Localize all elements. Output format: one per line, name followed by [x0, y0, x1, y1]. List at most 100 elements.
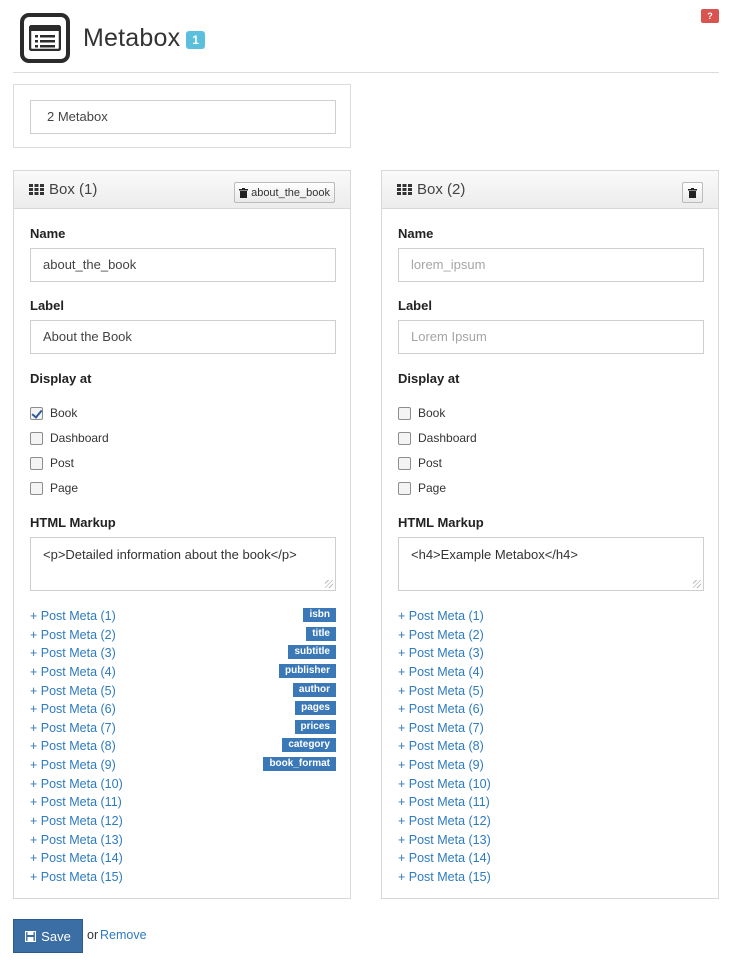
post-meta-link[interactable]: + Post Meta (12) — [30, 814, 123, 828]
display-option-book[interactable]: Book — [30, 406, 77, 420]
post-meta-row: + Post Meta (12) — [398, 812, 704, 831]
post-meta-link[interactable]: + Post Meta (15) — [398, 870, 491, 884]
post-meta-link[interactable]: + Post Meta (2) — [398, 628, 484, 642]
post-meta-link[interactable]: + Post Meta (12) — [398, 814, 491, 828]
display-option-book[interactable]: Book — [398, 406, 445, 420]
checkbox-label: Book — [50, 406, 78, 420]
checkbox-label: Dashboard — [50, 431, 109, 445]
display-at-label: Display at — [30, 371, 92, 386]
metabox-count-select[interactable]: 2 Metabox — [30, 100, 336, 134]
html-markup-label: HTML Markup — [398, 515, 484, 530]
post-meta-link[interactable]: + Post Meta (9) — [398, 758, 484, 772]
post-meta-row: + Post Meta (4) publisher — [30, 663, 336, 682]
post-meta-link[interactable]: + Post Meta (3) — [30, 646, 116, 660]
trash-icon — [688, 187, 697, 198]
post-meta-link[interactable]: + Post Meta (14) — [398, 851, 491, 865]
grid-icon — [397, 184, 412, 195]
post-meta-link[interactable]: + Post Meta (5) — [30, 684, 116, 698]
display-option-dashboard[interactable]: Dashboard — [398, 431, 477, 445]
delete-box-button[interactable] — [682, 182, 703, 203]
meta-key-tag: publisher — [278, 663, 336, 678]
box-title: Box (2) — [397, 181, 465, 198]
post-meta-link[interactable]: + Post Meta (8) — [30, 739, 116, 753]
page-checkbox[interactable] — [30, 481, 43, 495]
delete-box-button[interactable]: about_the_book — [234, 182, 335, 203]
checkbox-label: Post — [50, 456, 75, 470]
post-meta-row: + Post Meta (4) — [398, 663, 704, 682]
metabox-count-panel: 2 Metabox — [13, 84, 351, 148]
post-meta-link[interactable]: + Post Meta (11) — [30, 795, 122, 809]
name-field[interactable]: lorem_ipsum — [398, 248, 704, 282]
post-meta-row: + Post Meta (7) prices — [30, 719, 336, 738]
post-meta-link[interactable]: + Post Meta (4) — [30, 665, 116, 679]
post-meta-link[interactable]: + Post Meta (7) — [398, 721, 484, 735]
post-meta-link[interactable]: + Post Meta (15) — [30, 870, 123, 884]
post-meta-link[interactable]: + Post Meta (1) — [398, 609, 484, 623]
dashboard-checkbox[interactable] — [30, 431, 43, 445]
html-markup-textarea[interactable]: <p>Detailed information about the book</… — [30, 537, 336, 591]
post-meta-link[interactable]: + Post Meta (10) — [398, 777, 491, 791]
post-meta-row: + Post Meta (9) — [398, 756, 704, 775]
post-meta-row: + Post Meta (13) — [30, 831, 336, 850]
post-meta-link[interactable]: + Post Meta (14) — [30, 851, 123, 865]
resize-grip-icon[interactable] — [693, 580, 701, 588]
remove-link[interactable]: Remove — [100, 928, 147, 942]
post-checkbox[interactable] — [30, 456, 43, 470]
post-meta-link[interactable]: + Post Meta (13) — [30, 833, 123, 847]
post-meta-row: + Post Meta (3) subtitle — [30, 644, 336, 663]
resize-grip-icon[interactable] — [325, 580, 333, 588]
checkbox-label: Page — [418, 481, 447, 495]
post-meta-row: + Post Meta (12) — [30, 812, 336, 831]
dashboard-checkbox[interactable] — [398, 431, 411, 445]
display-option-page[interactable]: Page — [398, 481, 446, 495]
label-label: Label — [398, 298, 432, 313]
post-meta-link[interactable]: + Post Meta (6) — [398, 702, 484, 716]
box-header: Box (2) — [382, 171, 718, 209]
post-meta-link[interactable]: + Post Meta (3) — [398, 646, 484, 660]
post-meta-row: + Post Meta (6) pages — [30, 700, 336, 719]
post-meta-row: + Post Meta (2) title — [30, 626, 336, 645]
post-meta-link[interactable]: + Post Meta (11) — [398, 795, 490, 809]
post-meta-link[interactable]: + Post Meta (8) — [398, 739, 484, 753]
display-option-page[interactable]: Page — [30, 481, 78, 495]
post-meta-link[interactable]: + Post Meta (1) — [30, 609, 116, 623]
html-markup-textarea[interactable]: <h4>Example Metabox</h4> — [398, 537, 704, 591]
help-badge[interactable]: ? — [701, 9, 719, 23]
post-meta-link[interactable]: + Post Meta (10) — [30, 777, 123, 791]
post-meta-row: + Post Meta (13) — [398, 831, 704, 850]
meta-key-tag: book_format — [263, 757, 336, 772]
list-window-icon — [29, 25, 61, 51]
html-markup-value: <h4>Example Metabox</h4> — [411, 547, 578, 562]
label-field[interactable]: About the Book — [30, 320, 336, 354]
post-meta-link[interactable]: + Post Meta (7) — [30, 721, 116, 735]
post-meta-row: + Post Meta (6) — [398, 700, 704, 719]
checkbox-label: Book — [418, 406, 446, 420]
post-meta-link[interactable]: + Post Meta (6) — [30, 702, 116, 716]
display-option-post[interactable]: Post — [30, 456, 74, 470]
book-checkbox[interactable] — [398, 406, 411, 420]
or-text: or — [87, 928, 99, 942]
display-option-post[interactable]: Post — [398, 456, 442, 470]
display-option-dashboard[interactable]: Dashboard — [30, 431, 109, 445]
label-field[interactable]: Lorem Ipsum — [398, 320, 704, 354]
box-title-text: Box (1) — [49, 181, 98, 198]
post-meta-row: + Post Meta (2) — [398, 626, 704, 645]
name-field[interactable]: about_the_book — [30, 248, 336, 282]
post-meta-link[interactable]: + Post Meta (5) — [398, 684, 484, 698]
page-checkbox[interactable] — [398, 481, 411, 495]
post-checkbox[interactable] — [398, 456, 411, 470]
post-meta-row: + Post Meta (8) category — [30, 737, 336, 756]
save-button[interactable]: Save — [13, 919, 83, 953]
book-checkbox[interactable] — [30, 406, 43, 420]
post-meta-row: + Post Meta (9) book_format — [30, 756, 336, 775]
display-at-label: Display at — [398, 371, 460, 386]
page-title: Metabox — [83, 23, 181, 52]
post-meta-link[interactable]: + Post Meta (2) — [30, 628, 116, 642]
meta-key-tag: subtitle — [288, 645, 336, 660]
post-meta-link[interactable]: + Post Meta (13) — [398, 833, 491, 847]
post-meta-row: + Post Meta (10) — [398, 775, 704, 794]
box-panel-1: Box (1) about_the_book Name about_the_bo… — [13, 170, 351, 899]
meta-key-tag: author — [292, 682, 336, 697]
post-meta-link[interactable]: + Post Meta (9) — [30, 758, 116, 772]
post-meta-link[interactable]: + Post Meta (4) — [398, 665, 484, 679]
